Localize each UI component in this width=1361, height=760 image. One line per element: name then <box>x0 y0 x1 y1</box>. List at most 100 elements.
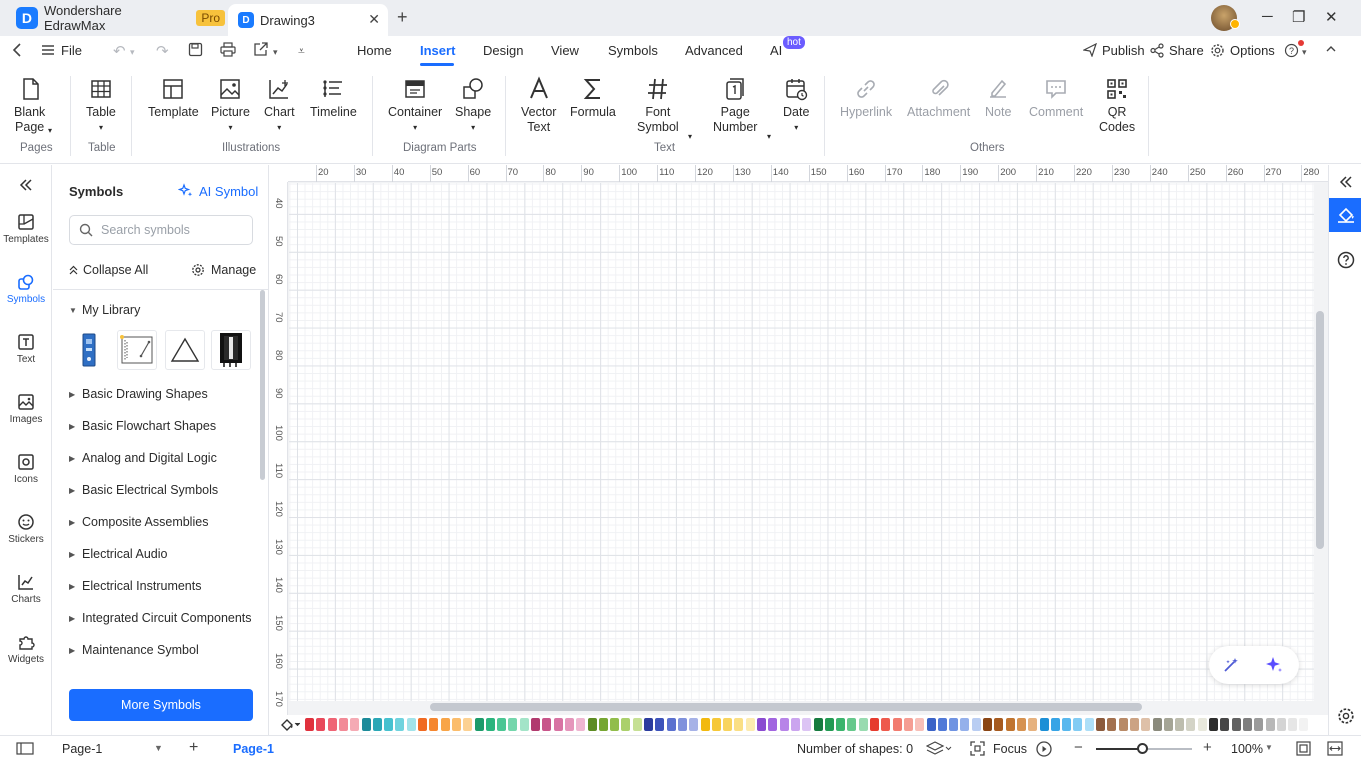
color-swatch[interactable] <box>1118 718 1128 731</box>
quick-access-more-icon[interactable]: ⩡ <box>298 44 305 59</box>
color-swatch[interactable] <box>372 718 382 731</box>
tab-home[interactable]: Home <box>357 43 392 58</box>
page-tab-active[interactable]: Page-1 <box>233 742 274 756</box>
library-thumbnail[interactable] <box>69 330 109 370</box>
color-swatch[interactable] <box>915 718 925 731</box>
tab-symbols[interactable]: Symbols <box>608 43 658 58</box>
color-swatch[interactable] <box>338 718 348 731</box>
tab-advanced[interactable]: Advanced <box>685 43 743 58</box>
color-swatch[interactable] <box>451 718 461 731</box>
format-paint-button[interactable] <box>1329 198 1361 232</box>
close-tab-icon[interactable]: ✕ <box>368 11 380 28</box>
comment-button[interactable]: Comment <box>1029 76 1083 120</box>
save-icon[interactable] <box>188 42 203 57</box>
fit-width-button[interactable] <box>1327 741 1343 756</box>
color-swatch[interactable] <box>779 718 789 731</box>
library-item[interactable]: ▶ Composite Assemblies <box>69 515 208 529</box>
close-window-icon[interactable]: ✕ <box>1325 8 1338 26</box>
color-swatch[interactable] <box>790 718 800 731</box>
more-symbols-button[interactable]: More Symbols <box>69 689 253 721</box>
timeline-button[interactable]: Timeline <box>310 76 357 120</box>
color-swatch[interactable] <box>553 718 563 731</box>
sidebar-item-stickers[interactable]: Stickers <box>0 513 52 545</box>
color-swatch[interactable] <box>689 718 699 731</box>
color-swatch[interactable] <box>361 718 371 731</box>
color-swatch[interactable] <box>824 718 834 731</box>
play-presentation-button[interactable] <box>1036 741 1052 757</box>
color-swatch[interactable] <box>384 718 394 731</box>
color-swatch[interactable] <box>1288 718 1298 731</box>
font-symbol-button[interactable]: Font Symbol ▾ <box>637 76 692 141</box>
collapse-all-button[interactable]: Collapse All <box>69 263 148 277</box>
color-swatch[interactable] <box>564 718 574 731</box>
color-swatch[interactable] <box>1152 718 1162 731</box>
color-swatch[interactable] <box>1175 718 1185 731</box>
color-swatch[interactable] <box>576 718 586 731</box>
search-box[interactable] <box>69 215 253 245</box>
color-swatch[interactable] <box>587 718 597 731</box>
color-swatch[interactable] <box>1231 718 1241 731</box>
color-swatch[interactable] <box>881 718 891 731</box>
color-swatch[interactable] <box>983 718 992 731</box>
new-tab-plus-icon[interactable]: + <box>397 7 408 28</box>
color-swatch[interactable] <box>926 718 936 731</box>
back-icon[interactable] <box>10 42 24 58</box>
color-swatch[interactable] <box>1084 718 1094 731</box>
hyperlink-button[interactable]: Hyperlink <box>840 76 892 120</box>
color-swatch[interactable] <box>429 718 439 731</box>
picture-button[interactable]: Picture ▾ <box>211 76 250 135</box>
color-swatch[interactable] <box>892 718 902 731</box>
library-item[interactable]: ▶ Electrical Instruments <box>69 579 201 593</box>
color-swatch[interactable] <box>836 718 846 731</box>
color-swatch[interactable] <box>745 718 755 731</box>
color-swatch[interactable] <box>305 718 314 731</box>
app-tab[interactable]: D Wondershare EdrawMax Pro <box>10 3 225 33</box>
color-swatch[interactable] <box>1242 718 1252 731</box>
color-swatch[interactable] <box>666 718 676 731</box>
library-thumbnail[interactable] <box>211 330 251 370</box>
collapse-sidebar-button[interactable] <box>0 177 52 193</box>
color-swatch[interactable] <box>711 718 721 731</box>
color-swatch[interactable] <box>870 718 879 731</box>
color-swatch[interactable] <box>418 718 427 731</box>
color-swatch[interactable] <box>497 718 507 731</box>
color-swatch[interactable] <box>1005 718 1015 731</box>
add-page-icon[interactable]: + <box>189 739 198 757</box>
color-swatch[interactable] <box>508 718 518 731</box>
color-swatch[interactable] <box>350 718 360 731</box>
tab-insert[interactable]: Insert <box>420 43 455 58</box>
tab-design[interactable]: Design <box>483 43 523 58</box>
options-button[interactable]: Options <box>1230 43 1275 58</box>
fit-page-button[interactable] <box>1296 741 1311 756</box>
color-swatch[interactable] <box>644 718 653 731</box>
color-swatch[interactable] <box>598 718 608 731</box>
zoom-level[interactable]: 100% <box>1231 742 1263 756</box>
color-swatch[interactable] <box>813 718 823 731</box>
formula-button[interactable]: Formula <box>570 76 616 120</box>
zoom-in-icon[interactable]: + <box>1203 739 1212 756</box>
color-swatch[interactable] <box>1220 718 1230 731</box>
color-swatch[interactable] <box>531 718 540 731</box>
restore-icon[interactable]: ❐ <box>1292 8 1305 26</box>
sidebar-item-widgets[interactable]: Widgets <box>0 633 52 665</box>
library-thumbnail[interactable] <box>165 330 205 370</box>
color-swatch[interactable] <box>1254 718 1264 731</box>
help-dropdown-icon[interactable]: ▾ <box>1302 47 1307 58</box>
library-item[interactable]: ▶ Basic Flowchart Shapes <box>69 419 216 433</box>
ai-sparkle-button[interactable] <box>1264 655 1284 675</box>
share-button[interactable]: Share <box>1169 43 1204 58</box>
library-item[interactable]: ▶ Integrated Circuit Components <box>69 611 252 625</box>
color-swatch[interactable] <box>723 718 733 731</box>
note-button[interactable]: Note <box>985 76 1011 120</box>
page-panel-toggle[interactable] <box>16 742 34 755</box>
color-swatch[interactable] <box>621 718 631 731</box>
color-swatch[interactable] <box>1209 718 1218 731</box>
page-number-button[interactable]: Page Number ▾ <box>713 76 771 141</box>
export-dropdown-icon[interactable]: ▾ <box>273 47 278 58</box>
color-swatch[interactable] <box>1050 718 1060 731</box>
library-item[interactable]: ▶ Analog and Digital Logic <box>69 451 217 465</box>
manage-button[interactable]: Manage <box>191 263 256 277</box>
color-swatch[interactable] <box>971 718 981 731</box>
color-swatch[interactable] <box>1073 718 1083 731</box>
color-swatch[interactable] <box>395 718 405 731</box>
